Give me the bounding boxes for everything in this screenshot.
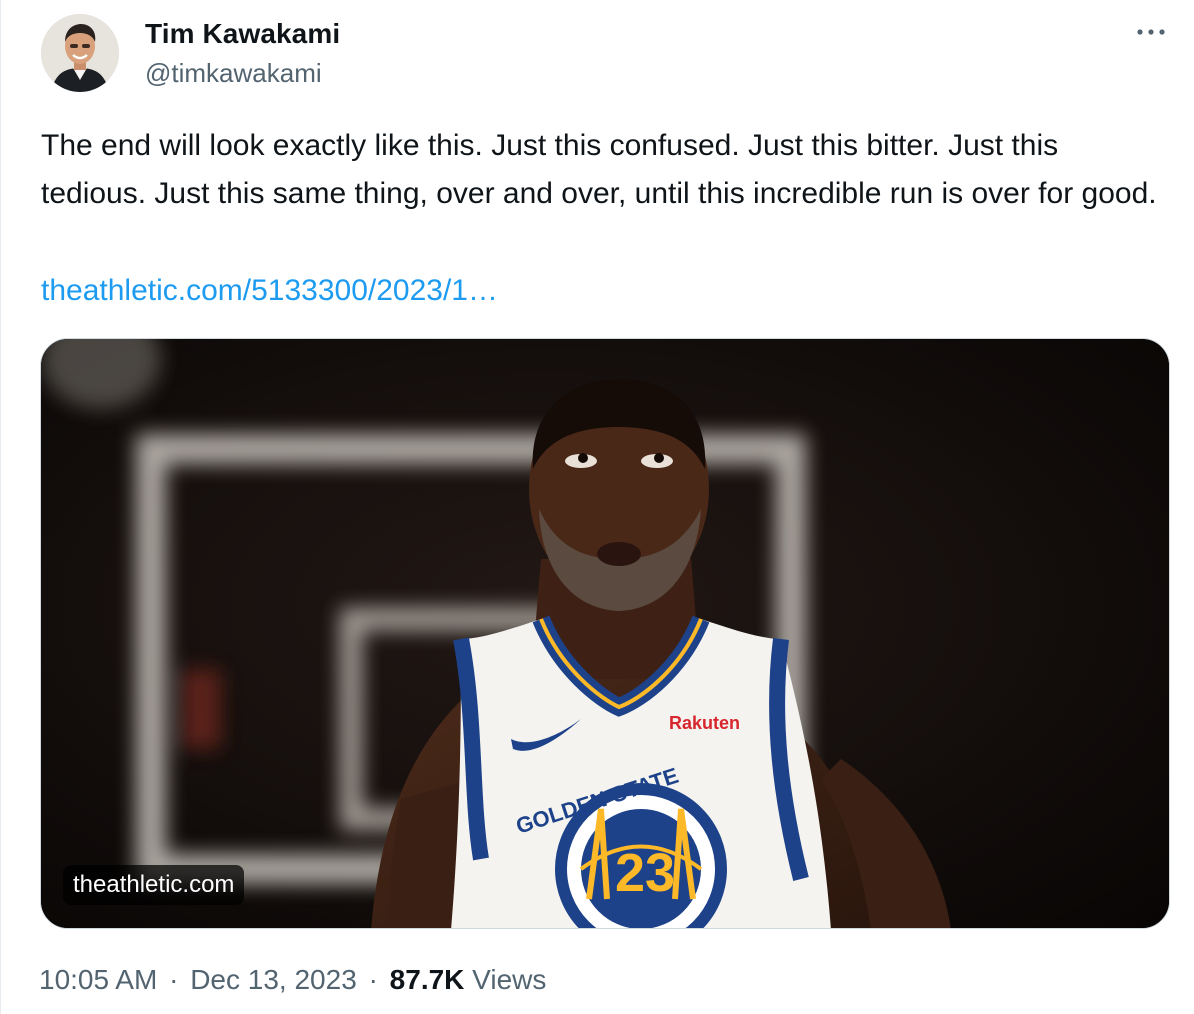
jersey-number: 23 — [615, 843, 675, 903]
tweet-media[interactable]: Rakuten GOLDEN STATE 23 theathletic.com — [40, 338, 1170, 929]
avatar[interactable] — [41, 14, 119, 92]
meta-separator: · — [169, 964, 179, 995]
meta-separator: · — [368, 964, 378, 995]
jersey-brand: Rakuten — [669, 713, 740, 733]
tweet-card: Tim Kawakami @timkawakami The end will l… — [0, 0, 1194, 1014]
tweet-time[interactable]: 10:05 AM — [39, 964, 157, 995]
views-count: 87.7K — [389, 964, 465, 995]
player-photo: Rakuten GOLDEN STATE 23 — [41, 339, 1169, 928]
author-name[interactable]: Tim Kawakami — [145, 18, 340, 50]
avatar-image — [41, 14, 119, 92]
tweet-date[interactable]: Dec 13, 2023 — [190, 964, 357, 995]
media-domain-label: theathletic.com — [63, 865, 245, 905]
views-label: Views — [472, 964, 547, 995]
tweet-header: Tim Kawakami @timkawakami — [41, 14, 1172, 94]
more-horizontal-icon[interactable] — [1134, 22, 1168, 42]
author-handle[interactable]: @timkawakami — [145, 58, 322, 89]
tweet-text: The end will look exactly like this. Jus… — [41, 129, 1157, 210]
article-link[interactable]: theathletic.com/5133300/2023/1… — [41, 267, 498, 315]
tweet-meta: 10:05 AM · Dec 13, 2023 · 87.7K Views — [39, 964, 546, 996]
